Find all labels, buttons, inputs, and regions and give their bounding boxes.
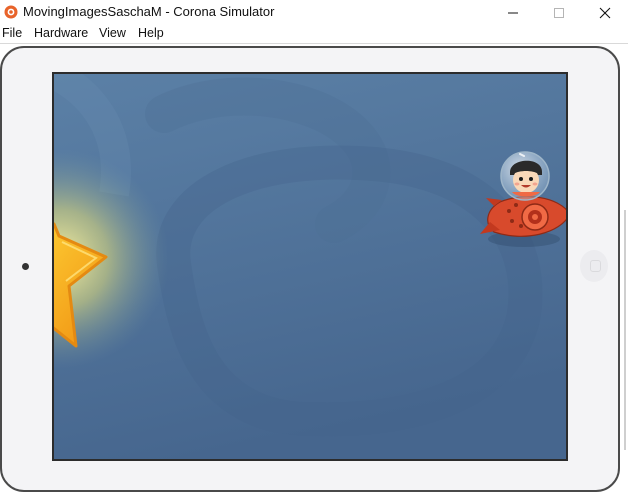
title-bar: MovingImagesSaschaM - Corona Simulator [0,0,628,25]
window-title: MovingImagesSaschaM - Corona Simulator [23,4,275,19]
maximize-icon [554,8,564,18]
menu-divider [0,43,628,44]
window-right-border [624,210,626,450]
menu-file[interactable]: File [2,26,22,40]
menu-help[interactable]: Help [138,26,164,40]
simulator-screen[interactable] [52,72,568,461]
minimize-icon [508,12,518,14]
home-button[interactable] [580,250,608,282]
menu-bar: File Hardware View Help [0,25,628,43]
maximize-button[interactable] [536,0,582,25]
camera-icon [22,263,29,270]
home-square-icon [590,260,601,272]
menu-hardware[interactable]: Hardware [34,26,88,40]
close-icon [599,7,611,19]
close-button[interactable] [582,0,628,25]
game-scene [54,74,566,459]
minimize-button[interactable] [490,0,536,25]
corona-app-icon [4,5,18,19]
menu-view[interactable]: View [99,26,126,40]
